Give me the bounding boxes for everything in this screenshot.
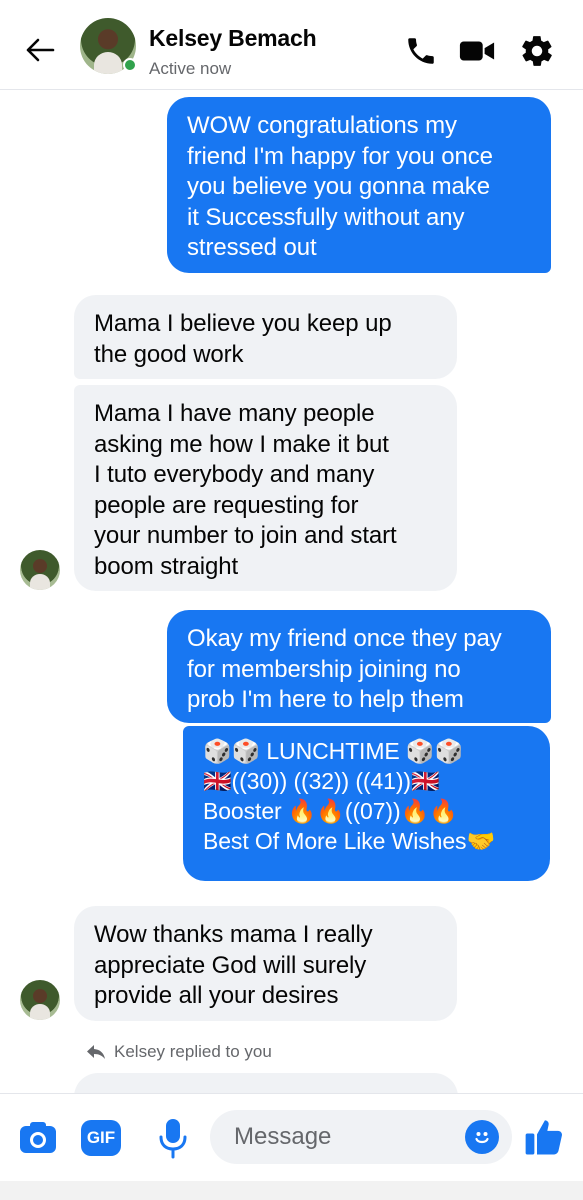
- gif-button[interactable]: GIF: [80, 1119, 122, 1157]
- message-line: 🎲🎲 LUNCHTIME 🎲🎲: [203, 738, 464, 764]
- avatar[interactable]: [20, 980, 60, 1020]
- voice-message-button[interactable]: [155, 1116, 191, 1160]
- phone-icon: [408, 38, 434, 64]
- message-bubble-outgoing[interactable]: WOW congratulations my friend I'm happy …: [167, 97, 551, 273]
- thumbs-up-icon: [525, 1120, 562, 1155]
- camera-button[interactable]: [18, 1120, 58, 1156]
- message-bubble-incoming[interactable]: Wow thanks mama I really appreciate God …: [74, 906, 457, 1021]
- emoji-button[interactable]: [465, 1120, 499, 1154]
- microphone-icon: [159, 1119, 187, 1159]
- message-line: Booster 🔥🔥((07))🔥🔥: [203, 798, 458, 824]
- contact-avatar[interactable]: [80, 18, 137, 74]
- chat-header: Kelsey Bemach Active now: [0, 0, 583, 90]
- message-line: 🇬🇧((30)) ((32)) ((41))🇬🇧: [203, 768, 440, 794]
- message-bubble-incoming[interactable]: Mama I have many people asking me how I …: [74, 385, 457, 591]
- navigation-bar-strip: [0, 1181, 583, 1200]
- video-call-button[interactable]: [458, 32, 496, 70]
- messenger-chat-screen: Kelsey Bemach Active now WOW congratulat…: [0, 0, 583, 1200]
- gif-icon: GIF: [81, 1120, 121, 1156]
- video-camera-icon: [459, 41, 495, 61]
- camera-icon: [20, 1122, 56, 1153]
- message-line: Best Of More Like Wishes🤝: [203, 828, 495, 854]
- avatar[interactable]: [20, 550, 60, 590]
- message-bubble-outgoing[interactable]: 🎲🎲 LUNCHTIME 🎲🎲 🇬🇧((30)) ((32)) ((41))🇬🇧…: [183, 726, 550, 881]
- back-button[interactable]: [22, 32, 58, 68]
- settings-button[interactable]: [518, 32, 556, 70]
- message-composer: GIF: [0, 1093, 583, 1181]
- message-bubble-outgoing[interactable]: Okay my friend once they pay for members…: [167, 610, 551, 723]
- contact-name[interactable]: Kelsey Bemach: [149, 25, 317, 52]
- emoji-icon: [475, 1132, 489, 1144]
- gear-icon: [522, 36, 552, 66]
- back-arrow-icon: [26, 38, 55, 62]
- online-status-dot: [123, 58, 137, 72]
- voice-call-button[interactable]: [402, 32, 440, 70]
- message-bubble-incoming[interactable]: Mama I believe you keep up the good work: [74, 295, 457, 379]
- reply-note-text: Kelsey replied to you: [114, 1042, 272, 1061]
- reply-arrow-icon: [87, 1045, 105, 1059]
- like-button[interactable]: [522, 1114, 566, 1160]
- reply-indicator: Kelsey replied to you: [86, 1042, 272, 1062]
- contact-status: Active now: [149, 59, 232, 78]
